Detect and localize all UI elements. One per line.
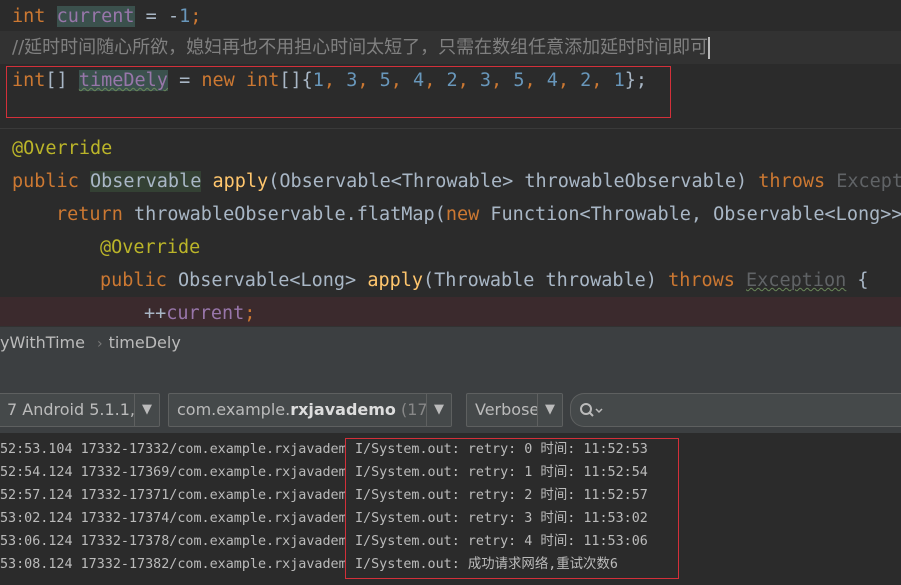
breadcrumb-item-field[interactable]: timeDely (109, 333, 181, 352)
log-source: 52:54.124 17332-17369/com.example.rxjava… (0, 465, 345, 480)
code-text: Function<Throwable, Observable<Long>>(){ (490, 204, 901, 225)
device-selector[interactable]: 7 Android 5.1.1, A ▼ (0, 393, 160, 427)
log-search-input[interactable] (570, 393, 901, 427)
number-literal: 1 (179, 6, 191, 27)
keyword: public (100, 270, 178, 291)
keyword: throws (758, 171, 837, 192)
code-editor[interactable]: int current = -1; //延时时间随心所欲，媳妇再也不用担心时间太… (0, 0, 901, 326)
code-text: (Throwable throwable) (423, 270, 669, 291)
highlight-box-array (6, 66, 671, 118)
code-comment: //延时时间随心所欲，媳妇再也不用担心时间太短了，只需在数组任意添加延时时间即可 (12, 37, 709, 58)
log-source: 52:57.124 17332-17371/com.example.rxjava… (0, 488, 345, 503)
search-icon (579, 401, 603, 419)
breadcrumb: yWithTime › timeDely (0, 326, 901, 360)
log-source: 53:06.124 17332-17378/com.example.rxjava… (0, 534, 345, 549)
highlight-box-log (345, 438, 679, 579)
code-text: = - (134, 6, 180, 27)
code-text: Observable<Long> (177, 270, 368, 291)
code-text: { (846, 270, 869, 291)
code-line-apply[interactable]: public Observable apply(Observable<Throw… (12, 165, 901, 198)
log-source: 53:02.124 17332-17374/com.example.rxjava… (0, 511, 345, 526)
keyword: new (445, 204, 491, 225)
semicolon: ; (244, 303, 256, 324)
log-source: 53:08.124 17332-17382/com.example.rxjava… (0, 557, 345, 572)
operator: ++ (144, 303, 167, 324)
code-line-current[interactable]: int current = -1; (12, 0, 201, 33)
method-name: apply (212, 171, 269, 192)
code-line-increment[interactable]: ++current; (0, 297, 901, 326)
method-separator (0, 128, 901, 129)
log-level-label: Verbose (475, 400, 540, 419)
text-caret (708, 37, 711, 59)
log-source: 52:53.104 17332-17332/com.example.rxjava… (0, 442, 345, 457)
process-selector[interactable]: com.example.rxjavademo (1733 ▼ (168, 393, 452, 427)
chevron-down-icon[interactable]: ▼ (537, 394, 562, 426)
semicolon: ; (190, 6, 202, 27)
exception-type: Exception (746, 270, 847, 291)
chevron-right-icon: › (96, 336, 103, 352)
exception-type: Exception { (836, 171, 901, 192)
code-line-inner-apply[interactable]: public Observable<Long> apply(Throwable … (100, 264, 869, 297)
keyword: return (56, 204, 134, 225)
keyword: throws (668, 270, 747, 291)
annotation: @Override (100, 237, 201, 258)
chevron-down-icon[interactable]: ▼ (426, 394, 451, 426)
field-name: current (166, 303, 245, 324)
keyword: int (12, 6, 46, 27)
code-text: (Observable<Throwable> throwableObservab… (268, 171, 759, 192)
type-name: Observable (89, 171, 202, 192)
code-line-comment[interactable]: //延时时间随心所欲，媳妇再也不用担心时间太短了，只需在数组任意添加延时时间即可 (0, 31, 901, 64)
chevron-down-icon[interactable]: ▼ (134, 394, 159, 426)
field-name: current (56, 6, 135, 27)
log-level-selector[interactable]: Verbose ▼ (466, 393, 563, 427)
process-label: com.example.rxjavademo (1733 (177, 400, 448, 419)
annotation: @Override (12, 138, 113, 159)
device-label: 7 Android 5.1.1, A (7, 400, 152, 419)
breadcrumb-item-method[interactable]: yWithTime (0, 333, 85, 352)
keyword: public (12, 171, 90, 192)
method-name: apply (367, 270, 424, 291)
logcat-toolbar: 7 Android 5.1.1, A ▼ com.example.rxjavad… (0, 359, 901, 434)
code-text: throwableObservable.flatMap( (133, 204, 446, 225)
code-line-return[interactable]: return throwableObservable.flatMap(new F… (56, 198, 901, 231)
